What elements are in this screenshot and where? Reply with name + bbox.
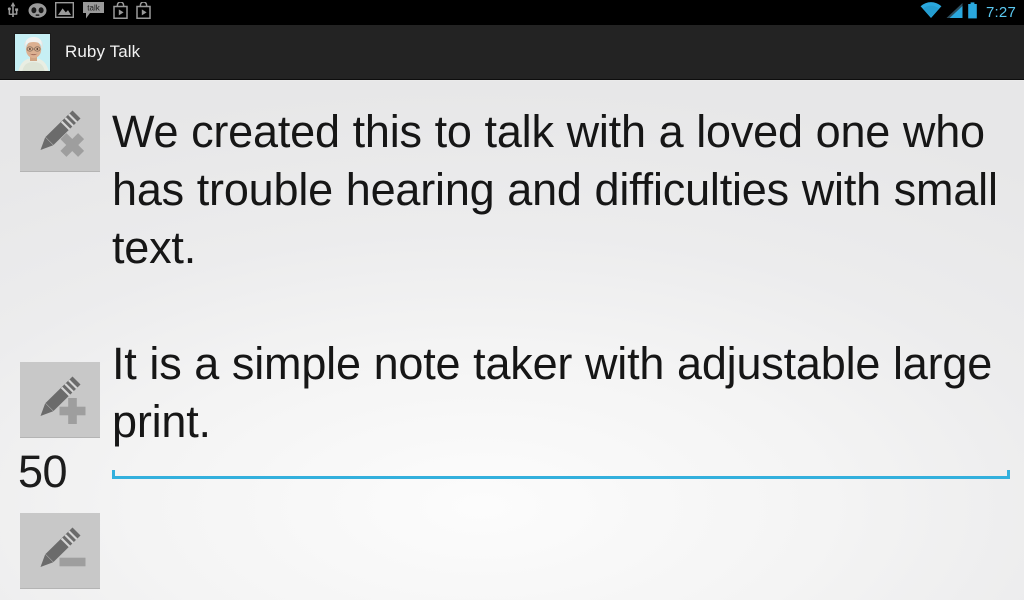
- avatar[interactable]: [14, 32, 51, 72]
- battery-icon: [967, 1, 978, 24]
- note-editor-screen: 50 We created this to talk with a loved …: [0, 81, 1024, 600]
- pencil-plus-icon: [40, 376, 86, 424]
- android-screen: talk 7:27 Ruby Talk 50 We created this t…: [0, 0, 1024, 600]
- note-paragraph-2-text: It is a simple note taker with adjustabl…: [112, 338, 993, 447]
- cyanogenmod-icon: [28, 2, 47, 23]
- screenshot-icon: [54, 1, 75, 23]
- underline-bar: [112, 476, 1010, 479]
- usb-icon: [6, 1, 20, 24]
- page-title: Ruby Talk: [65, 42, 141, 61]
- note-paragraph-1: We created this to talk with a loved one…: [112, 106, 998, 273]
- signal-icon: [946, 2, 963, 24]
- increase-text-size-button[interactable]: [20, 362, 100, 438]
- pencil-minus-icon: [40, 527, 86, 567]
- font-size-value: 50: [18, 446, 68, 497]
- action-bar[interactable]: Ruby Talk: [0, 25, 1024, 80]
- play-store-icon-2: [136, 0, 151, 24]
- svg-text:talk: talk: [87, 3, 100, 12]
- edit-text-underline: [112, 470, 1010, 479]
- wifi-icon: [920, 1, 942, 24]
- status-bar[interactable]: talk 7:27: [0, 0, 1024, 25]
- status-bar-notification-icons[interactable]: talk: [6, 0, 920, 24]
- note-input-field[interactable]: It is a simple note taker with adjustabl…: [112, 335, 1010, 479]
- underline-tick-right: [1007, 470, 1010, 479]
- status-bar-system-icons[interactable]: 7:27: [920, 1, 1016, 24]
- play-store-icon-1: [113, 0, 128, 24]
- talk-icon: talk: [82, 1, 105, 24]
- clear-note-button[interactable]: [20, 96, 100, 172]
- pencil-x-icon: [40, 110, 85, 157]
- decrease-text-size-button[interactable]: [20, 513, 100, 589]
- underline-tick-left: [112, 470, 115, 479]
- status-bar-clock: 7:27: [986, 4, 1016, 21]
